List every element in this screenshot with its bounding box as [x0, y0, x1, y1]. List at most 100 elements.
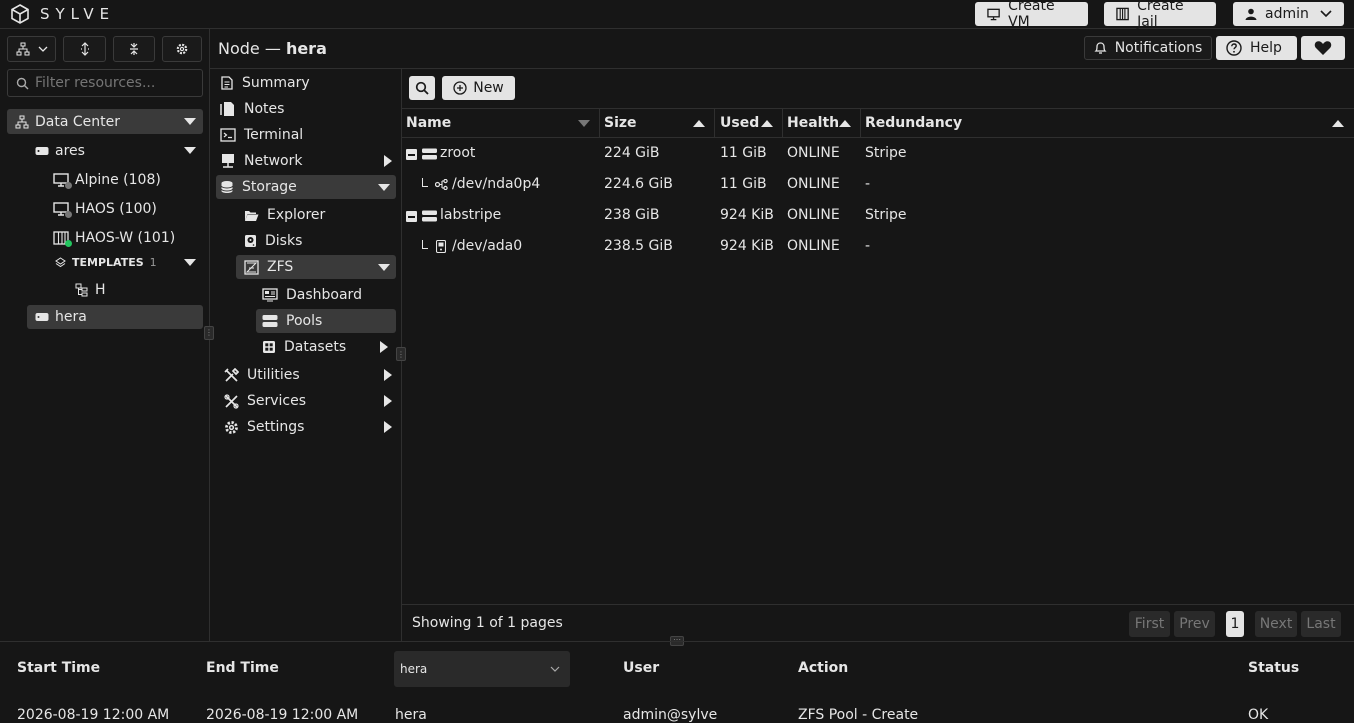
filter-resources-input[interactable]: [35, 75, 195, 91]
column-header-health[interactable]: Health: [782, 108, 861, 138]
filter-resources-field[interactable]: [7, 69, 203, 97]
last-page-label: Last: [1306, 616, 1336, 632]
pool-name: zroot: [440, 145, 476, 161]
tree-line-icon: [422, 178, 428, 187]
search-button[interactable]: [409, 76, 435, 100]
tree-item-template-h[interactable]: H: [75, 277, 106, 302]
tree-item-jail-haos-w[interactable]: HAOS-W (101): [53, 225, 175, 250]
column-header-name[interactable]: Name: [401, 108, 600, 138]
device-name: /dev/ada0: [452, 238, 523, 254]
collapse-toggle-icon[interactable]: [406, 149, 417, 160]
table-row[interactable]: /dev/nda0p4 224.6 GiB 11 GiB ONLINE -: [402, 173, 1354, 197]
tree-item-label: Alpine (108): [75, 171, 161, 188]
table-row[interactable]: /dev/ada0 238.5 GiB 924 KiB ONLINE -: [402, 235, 1354, 259]
menu-item-network[interactable]: Network: [220, 149, 400, 173]
menu-item-zfs[interactable]: ZFS: [236, 255, 396, 279]
caret-down-icon[interactable]: [184, 259, 196, 266]
sort-asc-icon: [839, 119, 852, 127]
task-row[interactable]: 2026-08-19 12:00 AM 2026-08-19 12:00 AM …: [0, 705, 1354, 723]
menu-item-settings[interactable]: Settings: [224, 415, 400, 439]
menu-item-label: Pools: [286, 313, 323, 329]
user-menu-button[interactable]: admin: [1233, 2, 1344, 26]
menu-item-label: Datasets: [284, 339, 347, 355]
menu-item-pools[interactable]: Pools: [256, 309, 396, 333]
device-size: 238.5 GiB: [604, 238, 673, 254]
first-page-button[interactable]: First: [1129, 611, 1170, 637]
tasks-column-end-time[interactable]: End Time: [206, 660, 279, 676]
tree-item-label: HAOS (100): [75, 200, 157, 217]
expand-all-button[interactable]: [63, 36, 106, 62]
tree-item-datacenter[interactable]: Data Center: [7, 109, 203, 134]
task-status: OK: [1248, 707, 1269, 723]
table-row[interactable]: zroot 224 GiB 11 GiB ONLINE Stripe: [402, 142, 1354, 166]
menu-item-storage[interactable]: Storage: [216, 175, 396, 199]
favorite-button[interactable]: [1301, 36, 1345, 60]
tools-icon: [224, 367, 239, 382]
caret-down-icon[interactable]: [184, 147, 196, 154]
caret-right-icon: [380, 341, 388, 353]
user-name: admin: [1265, 6, 1309, 22]
node-filter-select[interactable]: hera: [394, 651, 570, 687]
resource-sidebar: Data Center ares Alpine (108) HAOS (100)…: [0, 29, 214, 641]
heart-icon: [1314, 41, 1332, 55]
pool-icon: [262, 315, 278, 327]
new-pool-button[interactable]: New: [442, 76, 515, 100]
create-vm-button[interactable]: Create VM: [975, 0, 1088, 30]
menu-item-explorer[interactable]: Explorer: [244, 203, 396, 227]
column-header-size[interactable]: Size: [599, 108, 715, 138]
help-button[interactable]: Help: [1216, 36, 1297, 60]
sort-icon: [578, 119, 590, 127]
tree-item-vm-haos[interactable]: HAOS (100): [53, 196, 157, 221]
menu-item-terminal[interactable]: Terminal: [220, 123, 400, 147]
tree-item-node-hera[interactable]: hera: [27, 305, 203, 329]
menu-item-label: Services: [247, 393, 307, 409]
top-bar: SYLVE Create VM Create Jail admin: [0, 0, 1354, 30]
create-jail-button[interactable]: Create Jail: [1104, 0, 1216, 30]
device-redundancy: -: [865, 238, 871, 254]
pool-used: 11 GiB: [720, 145, 767, 161]
collapse-all-button[interactable]: [113, 36, 155, 62]
tree-view-button[interactable]: [7, 36, 56, 62]
device-health: ONLINE: [787, 176, 840, 192]
menu-item-label: Disks: [265, 233, 303, 249]
settings-button[interactable]: [162, 36, 202, 62]
column-header-redundancy[interactable]: Redundancy: [860, 108, 1354, 138]
pool-size: 238 GiB: [604, 207, 660, 223]
pool-icon: [422, 210, 437, 222]
tasks-column-user[interactable]: User: [623, 660, 659, 676]
tasks-column-status[interactable]: Status: [1248, 660, 1299, 676]
column-header-used[interactable]: Used: [715, 108, 783, 138]
menu-item-disks[interactable]: Disks: [244, 229, 396, 253]
tree-item-label: H: [95, 281, 106, 298]
next-page-button[interactable]: Next: [1255, 611, 1297, 637]
notes-icon: [220, 102, 234, 116]
collapse-toggle-icon[interactable]: [406, 211, 417, 222]
caret-right-icon: [384, 369, 392, 381]
menu-item-dashboard[interactable]: Dashboard: [256, 283, 396, 307]
menu-item-services[interactable]: Services: [224, 389, 400, 413]
menu-item-summary[interactable]: Summary: [220, 71, 400, 95]
tree-item-node-ares[interactable]: ares: [27, 138, 203, 163]
help-icon: [1226, 40, 1242, 56]
folder-open-icon: [245, 210, 259, 221]
tree-item-templates[interactable]: TEMPLATES 1: [55, 250, 203, 275]
page-number-button[interactable]: 1: [1226, 611, 1244, 637]
device-health: ONLINE: [787, 238, 840, 254]
menu-item-utilities[interactable]: Utilities: [224, 363, 400, 387]
notifications-button[interactable]: Notifications: [1084, 36, 1212, 60]
table-row[interactable]: labstripe 238 GiB 924 KiB ONLINE Stripe: [402, 204, 1354, 228]
tasks-column-action[interactable]: Action: [798, 660, 848, 676]
tree-item-label: Data Center: [35, 113, 120, 130]
menu-item-label: Utilities: [247, 367, 300, 383]
tree-item-vm-alpine[interactable]: Alpine (108): [53, 167, 161, 192]
expand-icon: [80, 42, 89, 56]
menu-item-datasets[interactable]: Datasets: [256, 335, 396, 359]
tasks-column-start-time[interactable]: Start Time: [17, 660, 100, 676]
app-logo[interactable]: SYLVE: [10, 4, 115, 24]
menu-item-notes[interactable]: Notes: [220, 97, 400, 121]
caret-down-icon[interactable]: [184, 118, 196, 125]
datacenter-icon: [15, 115, 29, 128]
last-page-button[interactable]: Last: [1301, 611, 1341, 637]
prev-page-button[interactable]: Prev: [1174, 611, 1215, 637]
column-header-label: Health: [787, 115, 840, 131]
